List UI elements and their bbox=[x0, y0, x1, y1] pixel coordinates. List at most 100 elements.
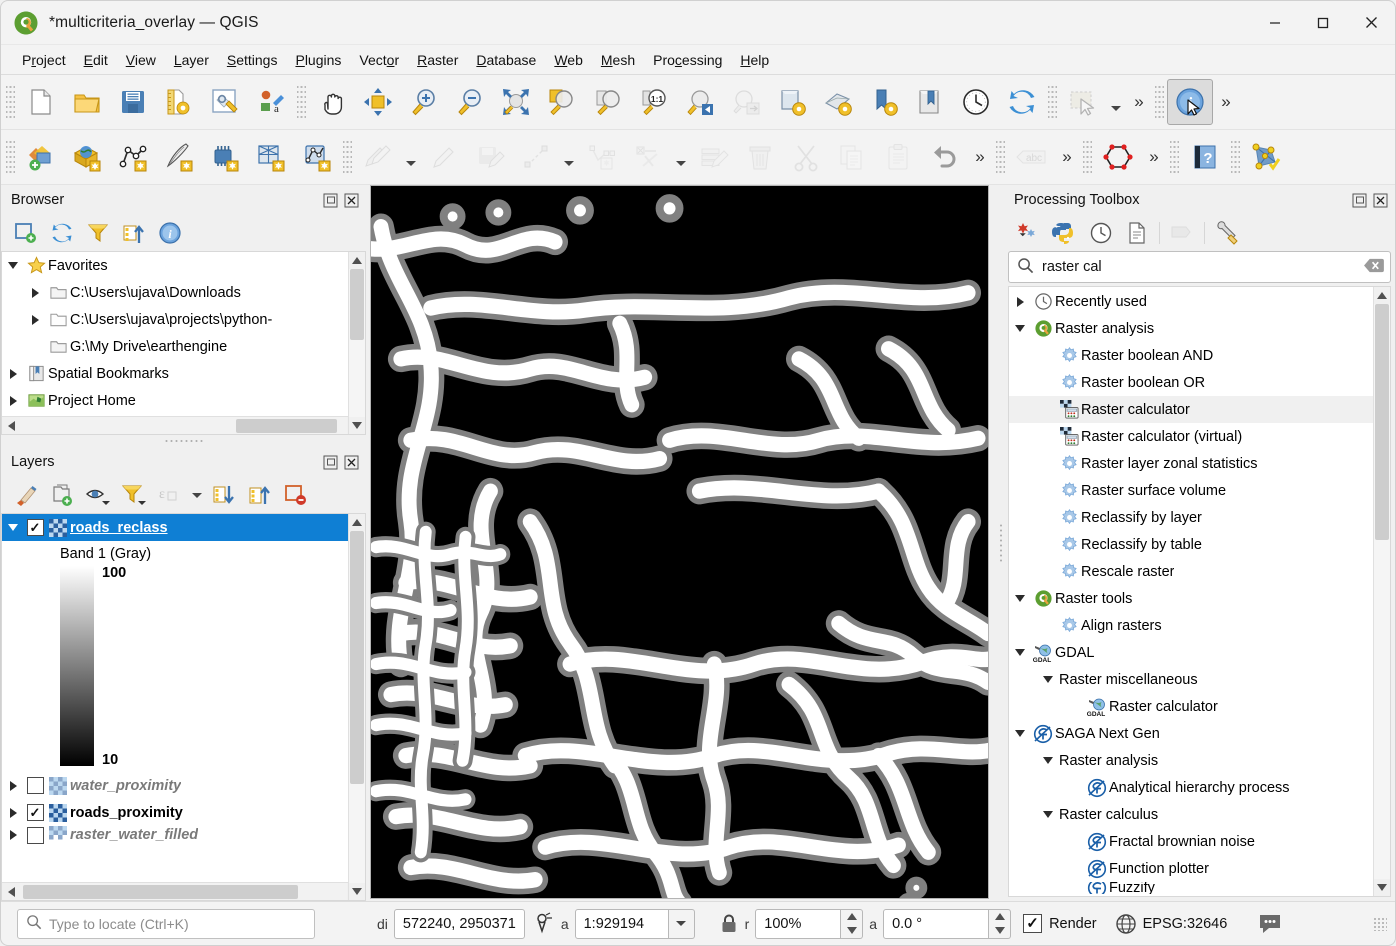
toolbar-grip-10[interactable] bbox=[1231, 140, 1240, 174]
processing-group-gdal[interactable]: GDAL GDAL bbox=[1009, 639, 1373, 666]
new-project-icon[interactable] bbox=[18, 79, 64, 125]
scroll-track[interactable] bbox=[20, 417, 347, 435]
magnifier-spinbox[interactable]: 100% bbox=[755, 909, 863, 939]
resize-grip[interactable] bbox=[1373, 917, 1387, 931]
expand-arrow[interactable] bbox=[2, 396, 24, 406]
label-toolbar-icon[interactable]: abc bbox=[1008, 134, 1054, 180]
add-layer-icon[interactable] bbox=[9, 218, 43, 248]
processing-algorithm-raster-boolean-and[interactable]: Raster boolean AND bbox=[1009, 342, 1373, 369]
current-edits-dropdown[interactable] bbox=[401, 134, 421, 180]
layers-horizontal-scrollbar[interactable] bbox=[2, 882, 365, 900]
select-features-dropdown[interactable] bbox=[1106, 79, 1126, 125]
edit-model-icon[interactable] bbox=[1165, 218, 1199, 248]
add-wms-layer-icon[interactable] bbox=[202, 134, 248, 180]
remove-layer-icon[interactable] bbox=[279, 480, 313, 510]
add-mesh-layer-icon[interactable] bbox=[248, 134, 294, 180]
layers-tree-body[interactable]: ✓ roads_reclass Band 1 (Gray) bbox=[2, 514, 365, 882]
layers-float-button[interactable] bbox=[321, 453, 339, 471]
processing-group-raster-tools[interactable]: Raster tools bbox=[1009, 585, 1373, 612]
menu-vector[interactable]: Vector bbox=[350, 49, 408, 71]
properties-icon[interactable]: i bbox=[153, 218, 187, 248]
scroll-left-button[interactable] bbox=[2, 417, 20, 435]
add-vector-layer-icon[interactable] bbox=[18, 134, 64, 180]
layer-row-roads-proximity[interactable]: ✓ roads_proximity bbox=[2, 799, 348, 826]
toolbar-grip[interactable] bbox=[6, 85, 15, 119]
menu-settings[interactable]: Settings bbox=[218, 49, 287, 71]
locator-bar[interactable] bbox=[17, 909, 315, 939]
map-canvas[interactable] bbox=[370, 185, 989, 899]
zoom-out-icon[interactable] bbox=[447, 79, 493, 125]
zoom-full-icon[interactable] bbox=[493, 79, 539, 125]
add-feature-dropdown[interactable] bbox=[559, 134, 579, 180]
manage-visibility-icon[interactable] bbox=[81, 480, 115, 510]
identify-features-icon[interactable]: i bbox=[1167, 79, 1213, 125]
spin-up-button[interactable] bbox=[841, 910, 862, 924]
expand-arrow[interactable] bbox=[1009, 325, 1031, 332]
browser-item-project-home[interactable]: Project Home bbox=[2, 387, 348, 414]
spin-up-button[interactable] bbox=[989, 910, 1010, 924]
scroll-track[interactable] bbox=[20, 883, 347, 901]
processing-group-raster-analysis[interactable]: Raster analysis bbox=[1009, 315, 1373, 342]
add-raster-layer-icon[interactable] bbox=[64, 134, 110, 180]
expression-filter-icon[interactable]: ε bbox=[153, 480, 187, 510]
browser-close-button[interactable] bbox=[342, 191, 360, 209]
menu-project[interactable]: Project bbox=[13, 49, 75, 71]
scroll-up-button[interactable] bbox=[349, 514, 365, 531]
add-delimited-text-layer-icon[interactable] bbox=[110, 134, 156, 180]
data-source-manager-icon[interactable]: a bbox=[248, 79, 294, 125]
toolbar-overflow-3[interactable]: » bbox=[967, 134, 993, 180]
expand-arrow[interactable] bbox=[2, 524, 24, 531]
new-bookmark-icon[interactable] bbox=[861, 79, 907, 125]
globe-icon[interactable] bbox=[1115, 913, 1137, 935]
scroll-track[interactable] bbox=[349, 531, 365, 883]
processing-algorithm-raster-calculator[interactable]: Raster calculator bbox=[1009, 396, 1373, 423]
processing-algorithm-align-rasters[interactable]: Align rasters bbox=[1009, 612, 1373, 639]
coordinate-capture-icon[interactable] bbox=[531, 912, 555, 936]
magnifier-spin-buttons[interactable] bbox=[841, 909, 863, 939]
vertex-tool-icon[interactable] bbox=[579, 134, 625, 180]
expand-arrow[interactable] bbox=[2, 830, 24, 840]
scroll-down-button[interactable] bbox=[1374, 879, 1390, 896]
save-project-icon[interactable] bbox=[110, 79, 156, 125]
close-button[interactable] bbox=[1347, 1, 1395, 45]
add-feature-icon[interactable] bbox=[513, 134, 559, 180]
paste-features-icon[interactable] bbox=[875, 134, 921, 180]
expand-arrow[interactable] bbox=[1009, 595, 1031, 602]
toolbar-grip-9[interactable] bbox=[1170, 140, 1179, 174]
messages-icon[interactable] bbox=[1257, 912, 1283, 936]
modify-attributes-dropdown[interactable] bbox=[671, 134, 691, 180]
scroll-track[interactable] bbox=[1374, 304, 1390, 879]
show-bookmarks-icon[interactable] bbox=[907, 79, 953, 125]
zoom-layer-icon[interactable] bbox=[585, 79, 631, 125]
minimize-button[interactable] bbox=[1251, 1, 1299, 45]
scale-combo[interactable]: 1:929194 bbox=[575, 909, 695, 939]
browser-horizontal-scrollbar[interactable] bbox=[2, 416, 365, 434]
processing-algorithm-reclassify-by-table[interactable]: Reclassify by table bbox=[1009, 531, 1373, 558]
processing-float-button[interactable] bbox=[1350, 191, 1368, 209]
expand-arrow[interactable] bbox=[2, 262, 24, 269]
processing-vertical-scrollbar[interactable] bbox=[1373, 287, 1390, 896]
processing-algorithm-gdal-raster-calculator[interactable]: GDAL Raster calculator bbox=[1009, 693, 1373, 720]
scroll-down-button[interactable] bbox=[349, 883, 365, 900]
spin-down-button[interactable] bbox=[841, 924, 862, 938]
processing-algorithm-raster-boolean-or[interactable]: Raster boolean OR bbox=[1009, 369, 1373, 396]
processing-group-recently-used[interactable]: Recently used bbox=[1009, 288, 1373, 315]
processing-algorithm-function-plotter[interactable]: Function plotter bbox=[1009, 855, 1373, 882]
refresh-icon[interactable] bbox=[999, 79, 1045, 125]
pan-selection-icon[interactable] bbox=[355, 79, 401, 125]
browser-item-downloads[interactable]: C:\Users\ujava\Downloads bbox=[2, 279, 348, 306]
menu-plugins[interactable]: Plugins bbox=[286, 49, 350, 71]
browser-item-favorites[interactable]: Favorites bbox=[2, 252, 348, 279]
menu-processing[interactable]: Processing bbox=[644, 49, 731, 71]
menu-mesh[interactable]: Mesh bbox=[592, 49, 644, 71]
browser-vertical-scrollbar[interactable] bbox=[348, 252, 365, 434]
add-group-icon[interactable] bbox=[45, 480, 79, 510]
new-3d-map-view-icon[interactable] bbox=[815, 79, 861, 125]
lock-icon[interactable] bbox=[719, 913, 739, 935]
zoom-selection-icon[interactable] bbox=[539, 79, 585, 125]
results-icon[interactable] bbox=[1120, 218, 1154, 248]
rotation-spin-buttons[interactable] bbox=[989, 909, 1011, 939]
filter-browser-icon[interactable] bbox=[81, 218, 115, 248]
models-icon[interactable] bbox=[1012, 218, 1046, 248]
toolbar-overflow-5[interactable]: » bbox=[1141, 134, 1167, 180]
